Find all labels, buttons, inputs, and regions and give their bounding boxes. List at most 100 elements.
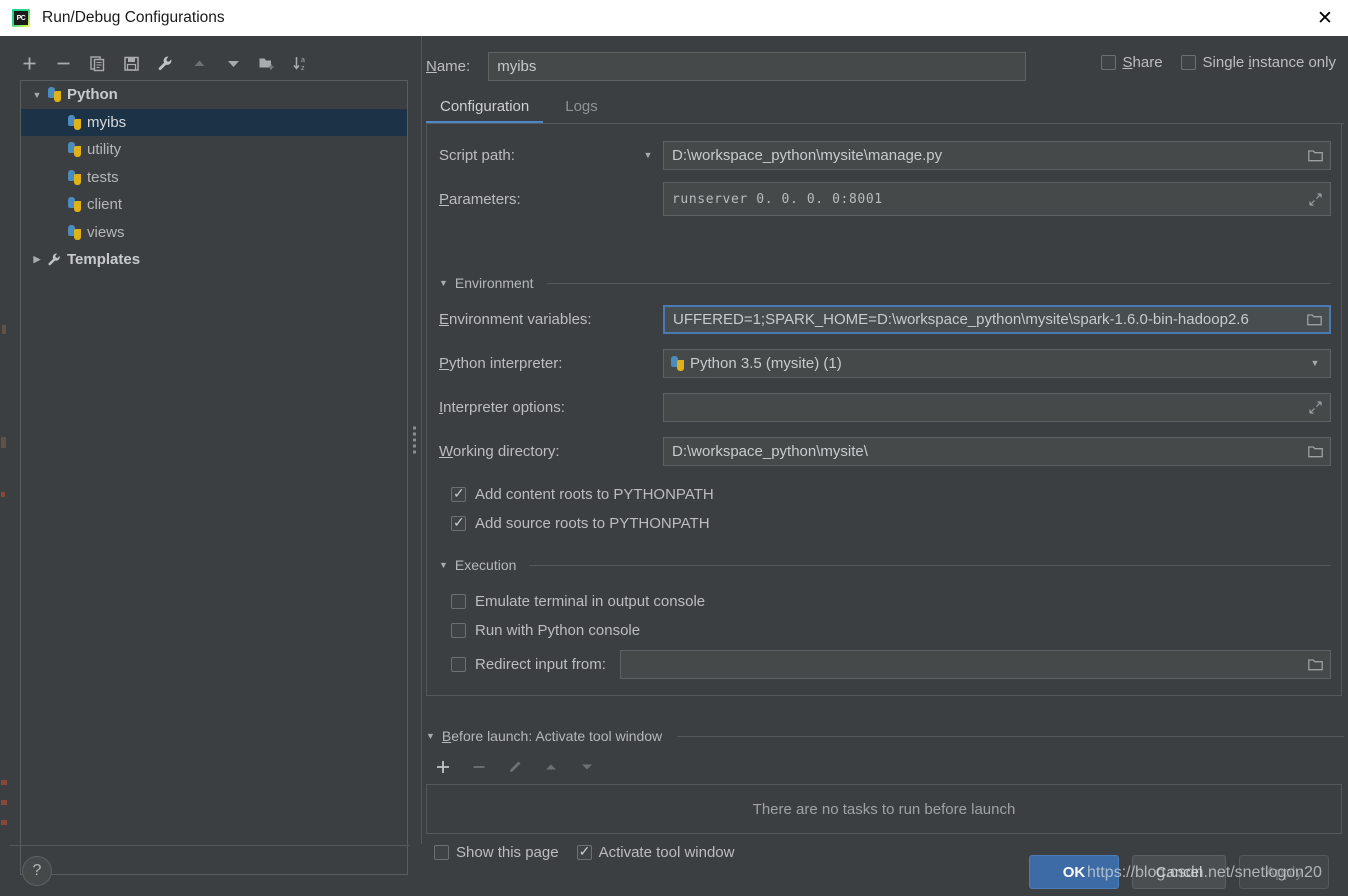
chevron-down-icon[interactable]: ▼: [1304, 350, 1326, 377]
interpreter-options-input[interactable]: [663, 392, 1331, 422]
env-vars-value: UFFERED=1;SPARK_HOME=D:\workspace_python…: [673, 310, 1249, 328]
sort-az-icon[interactable]: a z: [290, 52, 312, 74]
checkbox-box[interactable]: [576, 843, 592, 860]
env-vars-input[interactable]: UFFERED=1;SPARK_HOME=D:\workspace_python…: [663, 304, 1331, 334]
checkbox-box[interactable]: [451, 514, 466, 531]
redirect-input-row: Redirect input from:: [451, 649, 1331, 679]
working-directory-value: D:\workspace_python\mysite\: [672, 442, 868, 460]
browse-folder-icon[interactable]: [1303, 144, 1328, 167]
expand-editor-icon[interactable]: [1303, 185, 1328, 213]
tab-logs[interactable]: Logs: [551, 95, 612, 124]
python-interpreter-dropdown[interactable]: Python 3.5 (mysite) (1) ▼: [663, 348, 1331, 378]
edit-task-pencil-icon[interactable]: [504, 756, 526, 778]
parameters-input[interactable]: runserver 0. 0. 0. 0:8001: [663, 182, 1331, 216]
parameters-label: Parameters:: [439, 190, 521, 208]
task-move-down-button[interactable]: [576, 756, 598, 778]
script-path-mode-dropdown[interactable]: ▼: [635, 150, 661, 160]
checkbox-box[interactable]: [451, 622, 466, 638]
environment-section-header[interactable]: ▼ Environment: [439, 274, 1331, 292]
python-icon: [67, 224, 82, 240]
python-interpreter-row: Python interpreter: Python 3.5 (mysite) …: [439, 348, 1331, 378]
cancel-button[interactable]: Cancel: [1132, 855, 1226, 889]
tree-item-tests[interactable]: tests: [21, 164, 407, 192]
add-task-button[interactable]: [432, 756, 454, 778]
python-interpreter-label: Python interpreter:: [439, 354, 563, 372]
before-launch-task-list[interactable]: There are no tasks to run before launch: [426, 784, 1342, 834]
chevron-right-icon[interactable]: ▶: [29, 254, 45, 265]
tree-item-myibs[interactable]: myibs: [21, 108, 407, 136]
add-configuration-button[interactable]: [18, 52, 40, 74]
show-this-page-checkbox[interactable]: Show this page: [434, 844, 559, 861]
redirect-input-field[interactable]: [619, 649, 1331, 679]
splitter-grip[interactable]: [413, 424, 418, 457]
footer-divider: [10, 845, 410, 846]
name-input[interactable]: myibs: [488, 51, 1027, 81]
activate-tool-window-checkbox[interactable]: Activate tool window: [576, 843, 734, 861]
single-instance-checkbox[interactable]: Single instance only: [1180, 54, 1336, 71]
move-down-button[interactable]: [222, 52, 244, 74]
before-launch-options: Show this page Activate tool window: [434, 843, 734, 861]
add-source-roots-label: Add source roots to PYTHONPATH: [475, 514, 710, 532]
emulate-terminal-checkbox[interactable]: Emulate terminal in output console: [451, 590, 705, 612]
share-checkbox[interactable]: Share: [1100, 54, 1163, 71]
configuration-editor: Name: myibs Share Single instance only C…: [424, 36, 1348, 861]
execution-section-label: Execution: [454, 557, 517, 573]
checkbox-box[interactable]: [451, 485, 466, 502]
redirect-input-checkbox[interactable]: [451, 656, 466, 672]
tree-item-views[interactable]: views: [21, 219, 407, 247]
save-icon[interactable]: [120, 52, 142, 74]
python-icon: [67, 169, 82, 185]
python-interpreter-value: Python 3.5 (mysite) (1): [690, 354, 842, 372]
script-path-input[interactable]: D:\workspace_python\mysite\manage.py: [663, 140, 1331, 170]
tree-item-label: Templates: [67, 251, 141, 269]
browse-folder-icon[interactable]: [1303, 653, 1328, 676]
tree-item-label: utility: [87, 141, 122, 159]
chevron-down-icon[interactable]: ▼: [439, 560, 448, 570]
task-move-up-button[interactable]: [540, 756, 562, 778]
folder-add-icon[interactable]: [256, 52, 278, 74]
remove-task-button[interactable]: [468, 756, 490, 778]
chevron-down-icon[interactable]: ▼: [29, 90, 45, 100]
remove-configuration-button[interactable]: [52, 52, 74, 74]
help-button[interactable]: ?: [22, 856, 52, 886]
checkbox-box[interactable]: [451, 593, 466, 609]
before-launch-section-header[interactable]: ▼ Before launch: Activate tool window: [426, 726, 1344, 746]
background-artifact: [1, 492, 5, 497]
env-vars-row: Environment variables: UFFERED=1;SPARK_H…: [439, 304, 1331, 334]
configurations-tree[interactable]: ▼ Python myibs utility tests client view…: [20, 80, 408, 875]
checkbox-box[interactable]: [1100, 55, 1116, 70]
ok-button[interactable]: OK: [1029, 855, 1119, 889]
tree-item-templates[interactable]: ▶ Templates: [21, 246, 407, 274]
checkbox-box[interactable]: [434, 845, 449, 860]
python-icon: [67, 197, 82, 213]
section-rule: [677, 735, 1344, 737]
title-bar: PC Run/Debug Configurations ✕: [0, 0, 1348, 36]
chevron-down-icon[interactable]: ▼: [439, 278, 448, 288]
tab-configuration[interactable]: Configuration: [426, 95, 544, 124]
chevron-down-icon[interactable]: ▼: [426, 731, 435, 741]
add-source-roots-checkbox[interactable]: Add source roots to PYTHONPATH: [451, 512, 710, 534]
execution-section-header[interactable]: ▼ Execution: [439, 556, 1331, 574]
run-with-console-checkbox[interactable]: Run with Python console: [451, 619, 640, 641]
svg-text:a: a: [301, 57, 305, 64]
close-icon[interactable]: ✕: [1302, 0, 1348, 36]
tree-toolbar: a z: [18, 48, 312, 78]
configurations-panel: a z ▼ Python myibs utility tests client …: [10, 36, 410, 875]
browse-folder-icon[interactable]: [1302, 309, 1327, 330]
background-bleed: [0, 36, 10, 896]
tree-item-client[interactable]: client: [21, 191, 407, 219]
background-artifact: [1, 820, 7, 825]
move-up-button[interactable]: [188, 52, 210, 74]
before-launch-label: Before launch: Activate tool window: [441, 728, 663, 744]
browse-folder-icon[interactable]: [1303, 440, 1328, 463]
interpreter-options-row: Interpreter options:: [439, 392, 1331, 422]
copy-configuration-icon[interactable]: [86, 52, 108, 74]
python-icon: [670, 355, 685, 371]
expand-editor-icon[interactable]: [1303, 396, 1328, 419]
wrench-icon[interactable]: [154, 52, 176, 74]
add-content-roots-checkbox[interactable]: Add content roots to PYTHONPATH: [451, 483, 714, 505]
tree-item-utility[interactable]: utility: [21, 136, 407, 164]
checkbox-box[interactable]: [1180, 55, 1196, 70]
tree-item-python[interactable]: ▼ Python: [21, 81, 407, 109]
working-directory-input[interactable]: D:\workspace_python\mysite\: [663, 436, 1331, 466]
